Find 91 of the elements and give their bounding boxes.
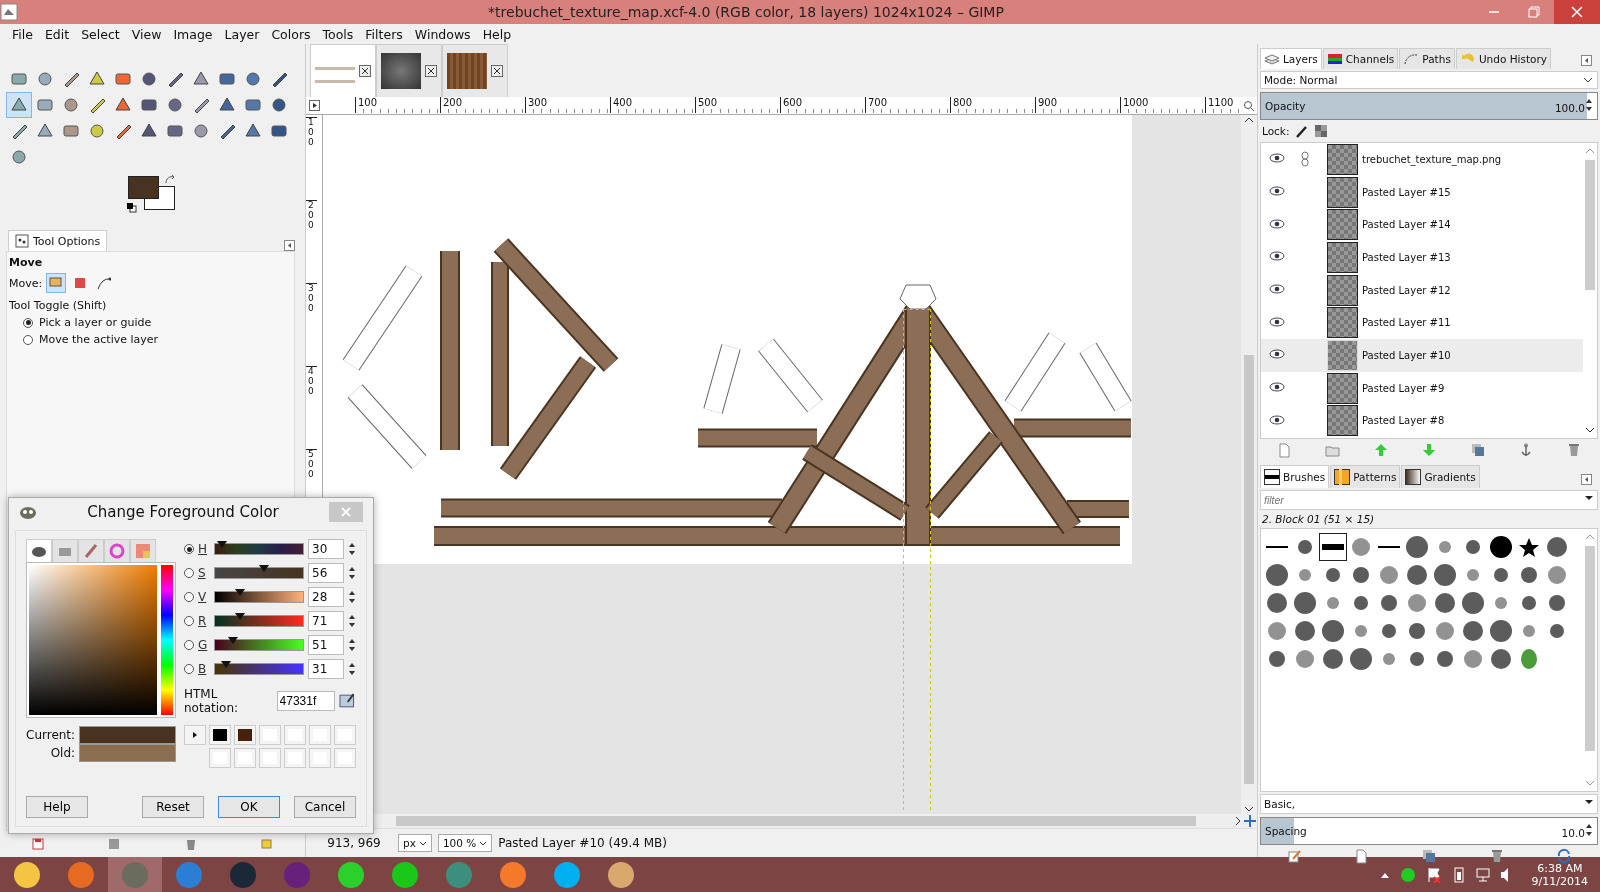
ruler-label: 700 [865,97,950,113]
ruler-label: 800 [950,97,1035,113]
ruler-label: 400 [306,366,317,449]
move-label: Move: [9,276,43,290]
menu-item[interactable]: Edit [38,26,76,42]
channel-label: S [198,566,207,580]
html-notation-label: HTML notation: [184,687,240,715]
ruler-label: 100 [355,97,440,113]
opacity-slider[interactable]: Opacity 100.0 [1260,92,1598,120]
menu-item[interactable]: View [125,26,168,42]
dock-tab[interactable]: Undo History [1455,48,1551,69]
current-label: Current: [26,728,76,742]
ruler-label: 300 [525,97,610,113]
channel-value-field[interactable]: 31 [308,659,344,679]
tool-toggle-label: Tool Toggle (Shift) [9,299,108,312]
reset-button[interactable]: Reset [142,796,204,818]
ruler-label: 600 [780,97,865,113]
mode-dropdown[interactable]: Mode: Normal [1260,71,1598,89]
layer-row[interactable]: Pasted Layer #14 [1261,208,1583,242]
dock-tab[interactable]: Patterns [1330,465,1401,488]
spacing-slider[interactable]: Spacing 10.0 [1260,817,1598,845]
radio-label[interactable]: Move the active layer [39,333,159,346]
cancel-button[interactable]: Cancel [294,796,356,818]
ruler-label: 500 [695,97,780,113]
layer-name: Pasted Layer #12 [1362,284,1451,296]
channel-label: B [198,662,208,676]
tool-name: Move [9,256,44,269]
radio-label[interactable]: Pick a layer or guide [39,316,152,329]
channel-value-field[interactable]: 51 [308,635,344,655]
layer-row[interactable]: Pasted Layer #13 [1261,241,1583,274]
channel-value-field[interactable]: 28 [308,587,344,607]
channel-label: R [198,614,208,628]
old-label: Old: [49,746,76,760]
channel-value-field[interactable]: 56 [308,563,344,583]
tag-field[interactable]: Basic, [1260,794,1598,814]
dock-tab[interactable]: Brushes [1260,465,1330,488]
layer-name: Pasted Layer #15 [1362,186,1451,198]
ruler-label: 200 [306,200,317,283]
unit-dropdown[interactable]: px [398,834,432,852]
menu-item[interactable]: Tools [316,26,360,42]
dock-tab[interactable]: Paths [1399,48,1455,69]
menu-item[interactable]: Select [75,26,126,42]
layer-name: Pasted Layer #10 [1362,349,1451,361]
layer-name: Pasted Layer #11 [1362,317,1451,329]
hex-field[interactable]: 47331f [276,691,335,711]
ok-button[interactable]: OK [218,796,280,818]
layer-name: Pasted Layer #14 [1362,219,1451,231]
layer-row[interactable]: Pasted Layer #11 [1261,306,1583,340]
filter-combo[interactable]: filter [1260,490,1598,510]
channel-label: G [198,638,209,652]
menu-item[interactable]: Layer [218,26,266,42]
menu-item[interactable]: Filters [359,26,409,42]
lock-label: Lock: [1262,125,1290,137]
menu-item[interactable]: Image [167,26,219,42]
tool-options-tab[interactable]: Tool Options [8,230,108,251]
filter-field[interactable]: filter [1264,494,1514,506]
layer-row[interactable]: Pasted Layer #10 [1261,339,1583,372]
ruler-label: 100 [306,117,317,200]
menu-item[interactable]: File [6,26,39,42]
layer-row[interactable]: Pasted Layer #9 [1261,371,1583,405]
layer-name: Pasted Layer #13 [1362,251,1451,263]
channel-value-field[interactable]: 71 [308,611,344,631]
brush-name: 2. Block 01 (51 × 15) [1262,513,1376,525]
ruler-label: 200 [440,97,525,113]
dock-tab[interactable]: Channels [1322,48,1399,69]
ruler-label: 1000 [1120,97,1205,113]
channel-label: V [198,590,208,604]
window-title: *trebuchet_texture_map.xcf-4.0 (RGB color, 18 layers) 1024x1024 – GIMP [487,4,1005,20]
layer-name: Pasted Layer #8 [1362,415,1445,427]
channel-label: H [198,542,209,556]
pointer-coordinates: 913, 969 [326,836,382,850]
dock-tab[interactable]: Layers [1260,48,1322,69]
ruler-label: 300 [306,283,317,366]
layer-row[interactable]: Pasted Layer #8 [1261,404,1583,438]
ruler-label: 400 [610,97,695,113]
dialog-title: Change Foreground Color [86,503,280,521]
zoom-dropdown[interactable]: 100 % [437,834,493,852]
menu-item[interactable]: Colors [265,26,317,42]
channel-value-field[interactable]: 30 [308,539,344,559]
layer-name: Pasted Layer #9 [1362,382,1445,394]
layer-row[interactable]: trebuchet_texture_map.png [1261,143,1583,176]
layer-name: trebuchet_texture_map.png [1362,153,1502,165]
status-message: Pasted Layer #10 (49.4 MB) [498,836,667,850]
help-button[interactable]: Help [26,796,88,818]
menu-item[interactable]: Help [476,26,518,42]
menu-item[interactable]: Windows [408,26,477,42]
layer-row[interactable]: Pasted Layer #12 [1261,273,1583,307]
dock-tab[interactable]: Gradients [1401,465,1480,488]
ruler-label: 900 [1035,97,1120,113]
layer-row[interactable]: Pasted Layer #15 [1261,175,1583,209]
taskbar-clock[interactable]: 6:38 AM 9/11/2014 [1531,862,1588,888]
